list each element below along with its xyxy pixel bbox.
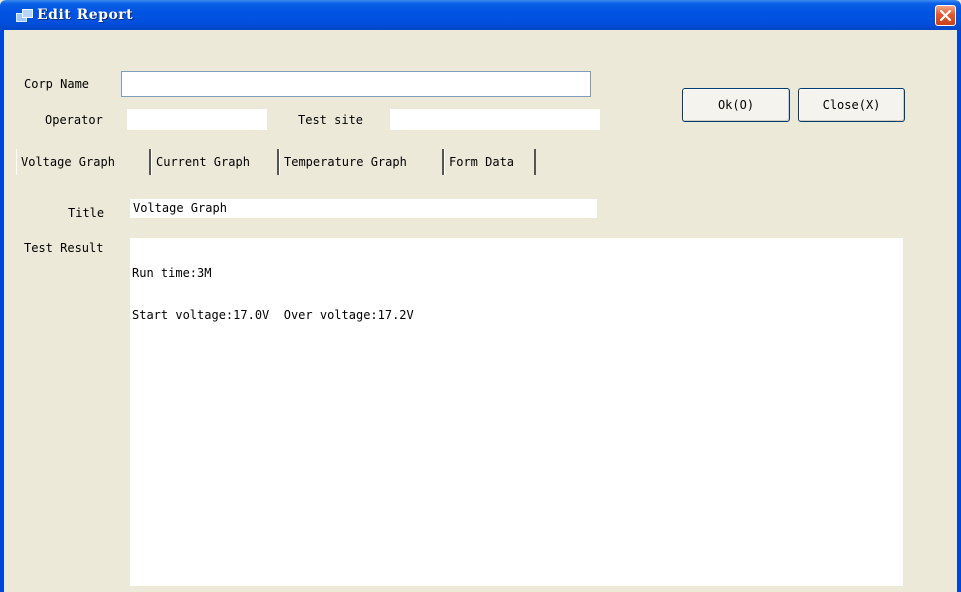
tab-current-graph[interactable]: Current Graph: [151, 149, 279, 175]
tab-voltage-graph[interactable]: Voltage Graph: [16, 149, 151, 175]
tab-temperature-graph[interactable]: Temperature Graph: [279, 149, 444, 175]
title-bar[interactable]: Edit Report: [0, 0, 961, 30]
tab-form-data[interactable]: Form Data: [444, 149, 536, 175]
operator-field[interactable]: [127, 109, 267, 130]
window-title: Edit Report: [37, 7, 134, 23]
close-button[interactable]: Close(X): [798, 88, 905, 122]
result-line: Start voltage:17.0V Over voltage:17.2V: [132, 308, 414, 322]
test-site-field[interactable]: [390, 109, 600, 130]
corp-name-field[interactable]: [121, 71, 591, 97]
test-result-label: Test Result: [24, 241, 104, 255]
test-site-label: Test site: [298, 113, 364, 127]
window-border-right: [957, 30, 961, 592]
close-window-button[interactable]: [935, 5, 956, 26]
ok-button[interactable]: Ok(O): [682, 88, 790, 122]
corp-name-label: Corp Name: [24, 77, 90, 91]
window-border-left: [0, 30, 4, 592]
title-label: Title: [68, 206, 105, 220]
test-result-textarea[interactable]: Run time:3M Start voltage:17.0V Over vol…: [130, 238, 903, 586]
title-field[interactable]: Voltage Graph: [130, 199, 597, 218]
operator-label: Operator: [45, 113, 103, 127]
result-line: Run time:3M: [132, 266, 212, 280]
app-window-icon: [16, 9, 33, 22]
edit-report-window: Edit Report Corp Name Operator Test site…: [0, 0, 961, 592]
